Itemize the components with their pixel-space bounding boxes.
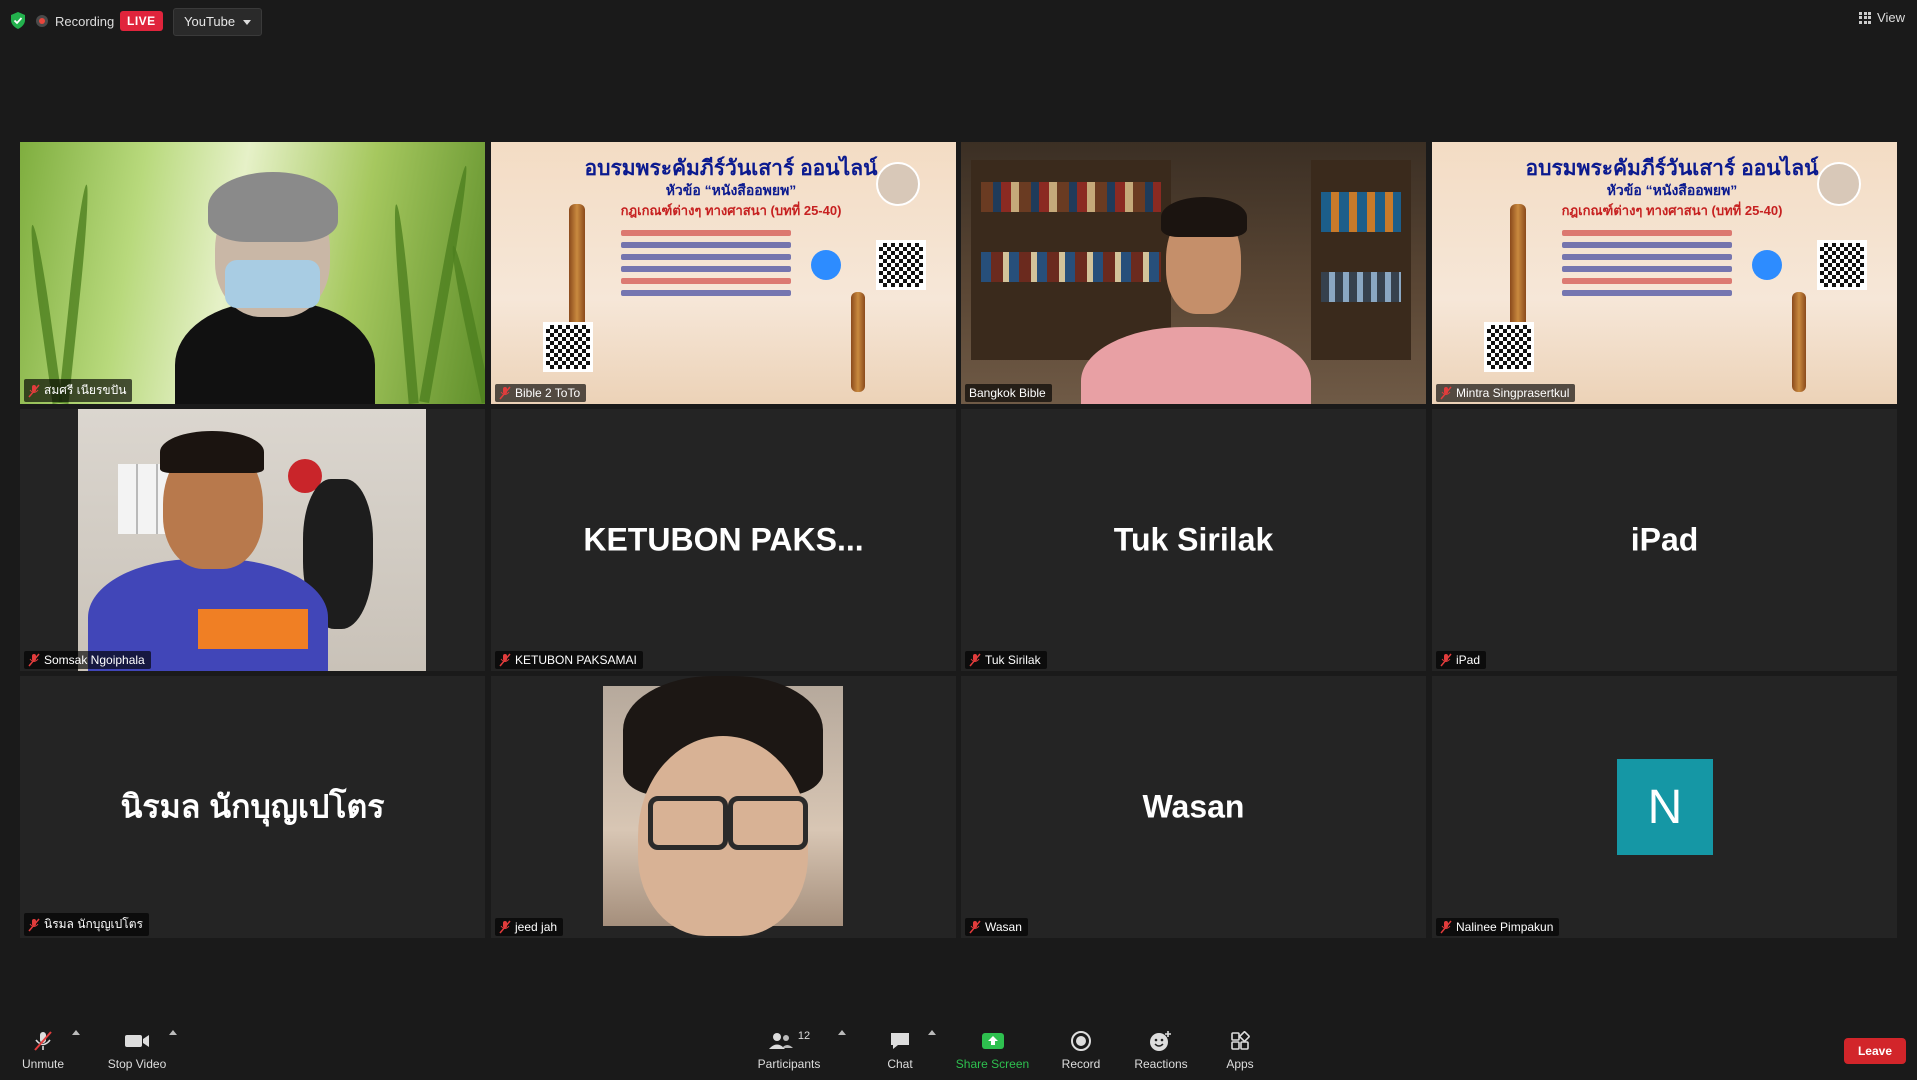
apps-icon xyxy=(1231,1030,1250,1050)
live-badge[interactable]: LIVE xyxy=(120,11,163,31)
unmute-button[interactable]: Unmute xyxy=(18,1020,68,1080)
poster-subtitle-2: กฎเกณฑ์ต่างๆ ทางศาสนา (บทที่ 25-40) xyxy=(1561,203,1783,218)
presenter-photo xyxy=(876,162,920,206)
chevron-up-icon[interactable] xyxy=(72,1030,80,1035)
participant-name-label: Nalinee Pimpakun xyxy=(1436,918,1560,936)
participant-video xyxy=(78,409,426,671)
participant-display-name: Wasan xyxy=(1142,788,1245,825)
mic-muted-icon xyxy=(1440,653,1452,667)
qr-code-icon xyxy=(876,240,926,290)
participant-name-label: Somsak Ngoiphala xyxy=(24,651,151,669)
mic-muted-icon xyxy=(499,653,511,667)
qr-code-icon xyxy=(1484,322,1534,372)
smiley-plus-icon xyxy=(1150,1030,1171,1051)
reactions-button[interactable]: Reactions xyxy=(1132,1020,1190,1080)
mic-muted-icon xyxy=(28,384,40,397)
mic-muted-icon xyxy=(969,920,981,934)
top-bar: Recording LIVE YouTube View xyxy=(0,0,1917,40)
participant-name-label: สมศรี เนียรขปัน xyxy=(24,379,133,402)
share-screen-icon xyxy=(981,1032,1004,1049)
chat-bubble-icon xyxy=(891,1032,909,1049)
recording-indicator[interactable]: Recording xyxy=(36,10,114,32)
participants-count: 12 xyxy=(797,1029,811,1042)
share-screen-button[interactable]: Share Screen xyxy=(955,1020,1030,1080)
chevron-up-icon[interactable] xyxy=(169,1030,177,1035)
stop-video-button[interactable]: Stop Video xyxy=(102,1020,172,1080)
record-icon xyxy=(1071,1030,1091,1051)
participant-tile[interactable]: jeed jah xyxy=(491,676,956,938)
participant-video xyxy=(20,142,485,404)
participant-name-label: Mintra Singprasertkul xyxy=(1436,384,1576,402)
participant-tile[interactable]: Tuk Sirilak Tuk Sirilak xyxy=(961,409,1426,671)
participant-tile-screen-share[interactable]: อบรมพระคัมภีร์วันเสาร์ ออนไลน์ หัวข้อ “ห… xyxy=(1432,142,1897,404)
mic-muted-icon xyxy=(499,386,511,400)
mic-muted-icon xyxy=(1440,386,1452,400)
participant-tile-active-speaker[interactable]: Bangkok Bible xyxy=(961,142,1426,404)
participant-tile[interactable]: สมศรี เนียรขปัน xyxy=(20,142,485,404)
mic-muted-icon xyxy=(499,920,511,934)
participants-icon xyxy=(768,1032,793,1049)
participant-tile-screen-share[interactable]: อบรมพระคัมภีร์วันเสาร์ ออนไลน์ หัวข้อ “ห… xyxy=(491,142,956,404)
participant-display-name: KETUBON PAKS... xyxy=(583,521,864,558)
participant-name-label: Wasan xyxy=(965,918,1028,936)
video-camera-icon xyxy=(125,1034,149,1047)
mic-muted-icon xyxy=(1440,920,1452,934)
recording-label: Recording xyxy=(55,13,115,29)
chat-button[interactable]: Chat xyxy=(880,1020,920,1080)
shared-poster: อบรมพระคัมภีร์วันเสาร์ ออนไลน์ หัวข้อ “ห… xyxy=(1432,142,1897,404)
mic-muted-icon xyxy=(28,653,40,667)
stream-target-dropdown[interactable]: YouTube xyxy=(173,8,263,36)
participant-name-label: นิรมล นักบุญเปโตร xyxy=(24,913,149,936)
zoom-logo-icon xyxy=(1752,250,1782,280)
grid-view-icon xyxy=(1859,11,1872,24)
avatar: N xyxy=(1617,759,1713,855)
poster-subtitle-2: กฎเกณฑ์ต่างๆ ทางศาสนา (บทที่ 25-40) xyxy=(620,203,842,218)
view-label: View xyxy=(1877,10,1905,25)
mic-muted-icon xyxy=(28,918,40,931)
security-shield-icon[interactable] xyxy=(10,12,26,29)
participants-button[interactable]: 12 Participants xyxy=(756,1020,822,1080)
participant-name-label: Bible 2 ToTo xyxy=(495,384,587,402)
record-dot-icon xyxy=(36,15,48,27)
chevron-up-icon[interactable] xyxy=(838,1030,846,1035)
presenter-photo xyxy=(1817,162,1861,206)
mic-muted-icon xyxy=(969,653,981,667)
qr-code-icon xyxy=(1817,240,1867,290)
participant-name-label: iPad xyxy=(1436,651,1487,669)
participant-name-label: jeed jah xyxy=(495,918,564,936)
participant-video xyxy=(603,676,843,936)
participant-video xyxy=(961,142,1426,404)
meeting-toolbar: Unmute Stop Video 12 Participants Chat S… xyxy=(0,1020,1917,1080)
chevron-up-icon[interactable] xyxy=(928,1030,936,1035)
participant-tile[interactable]: Somsak Ngoiphala xyxy=(20,409,485,671)
participant-tile[interactable]: นิรมล นักบุญเปโตร นิรมล นักบุญเปโตร xyxy=(20,676,485,938)
participant-name-label: KETUBON PAKSAMAI xyxy=(495,651,643,669)
apps-button[interactable]: Apps xyxy=(1222,1020,1258,1080)
zoom-logo-icon xyxy=(811,250,841,280)
participant-tile[interactable]: KETUBON PAKS... KETUBON PAKSAMAI xyxy=(491,409,956,671)
participant-tile[interactable]: iPad iPad xyxy=(1432,409,1897,671)
participant-tile[interactable]: N Nalinee Pimpakun xyxy=(1432,676,1897,938)
record-button[interactable]: Record xyxy=(1060,1020,1102,1080)
stream-target-label: YouTube xyxy=(184,14,236,29)
mic-muted-icon xyxy=(34,1030,52,1051)
shared-poster: อบรมพระคัมภีร์วันเสาร์ ออนไลน์ หัวข้อ “ห… xyxy=(491,142,956,404)
participant-display-name: นิรมล นักบุญเปโตร xyxy=(120,788,385,825)
participant-name-label: Bangkok Bible xyxy=(965,384,1052,402)
participant-tile[interactable]: Wasan Wasan xyxy=(961,676,1426,938)
qr-code-icon xyxy=(543,322,593,372)
chevron-down-icon xyxy=(243,19,252,25)
participant-name-label: Tuk Sirilak xyxy=(965,651,1047,669)
poster-subtitle: หัวข้อ “หนังสืออพยพ” xyxy=(665,182,797,198)
view-button[interactable]: View xyxy=(1859,10,1905,25)
participant-display-name: Tuk Sirilak xyxy=(1113,521,1274,558)
leave-button[interactable]: Leave xyxy=(1843,1038,1906,1064)
participant-display-name: iPad xyxy=(1630,521,1699,558)
poster-subtitle: หัวข้อ “หนังสืออพยพ” xyxy=(1606,182,1738,198)
